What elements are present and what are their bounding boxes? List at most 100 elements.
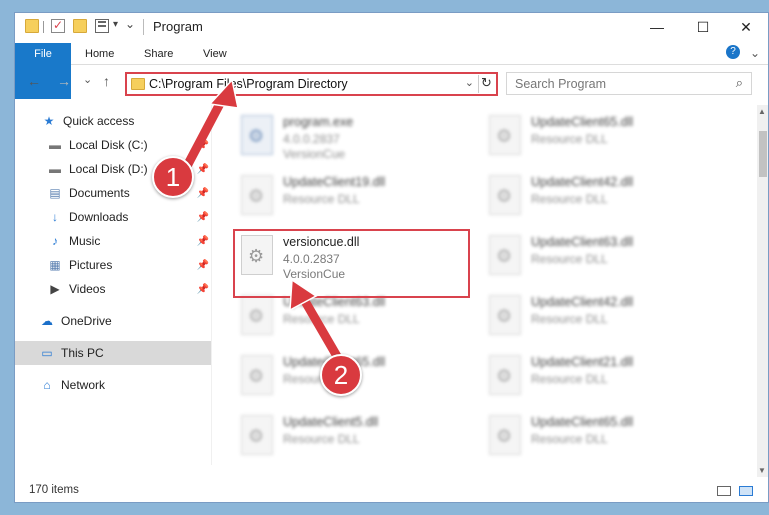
sidebar-item-quick-access[interactable]: ★ Quick access <box>15 109 211 133</box>
maximize-button[interactable]: ☐ <box>680 13 726 41</box>
documents-icon: ▤ <box>49 186 61 200</box>
file-name: UpdateClient5.dll <box>283 415 379 429</box>
videos-icon: ▶ <box>50 282 60 296</box>
sidebar-item-label: OneDrive <box>61 314 112 328</box>
file-description: Resource DLL <box>531 132 608 146</box>
scroll-up-icon[interactable]: ▲ <box>758 107 766 116</box>
pictures-icon: ▦ <box>49 258 61 272</box>
customize-icon[interactable] <box>95 19 109 33</box>
file-item[interactable]: ⚙ UpdateClient65.dll Resource DLL <box>481 109 721 165</box>
tab-share[interactable]: Share <box>144 43 173 65</box>
file-name: UpdateClient42.dll <box>531 175 634 189</box>
sidebar-item-this-pc[interactable]: ▭ This PC <box>15 341 211 365</box>
tab-home[interactable]: Home <box>85 43 114 65</box>
new-folder-icon[interactable] <box>73 19 87 33</box>
exe-file-icon: ⚙ <box>241 115 273 155</box>
pin-icon[interactable]: 📌 <box>197 164 209 175</box>
address-path[interactable]: C:\Program Files\Program Directory <box>149 77 348 91</box>
forward-button[interactable]: → <box>57 73 71 89</box>
details-view-icon[interactable] <box>717 486 731 496</box>
vertical-scrollbar[interactable]: ▲ ▼ <box>757 105 768 477</box>
dll-file-icon: ⚙ <box>489 415 521 455</box>
sidebar-item-network[interactable]: ⌂ Network <box>15 373 211 397</box>
file-description: Resource DLL <box>531 312 608 326</box>
sidebar-item-pictures[interactable]: ▦ Pictures 📌 <box>15 253 211 277</box>
minimize-button[interactable]: — <box>634 13 680 41</box>
address-dropdown-icon[interactable]: ⌄ <box>465 76 474 89</box>
search-input[interactable] <box>515 74 725 94</box>
item-count: 170 items <box>29 484 79 496</box>
properties-icon[interactable]: ✓ <box>51 18 65 33</box>
divider <box>43 21 44 33</box>
file-item[interactable]: ⚙ UpdateClient42.dll Resource DLL <box>481 169 721 225</box>
sidebar-item-label: Downloads <box>69 210 129 224</box>
file-item[interactable]: ⚙ UpdateClient42.dll Resource DLL <box>481 289 721 345</box>
tab-file[interactable]: File <box>15 43 71 99</box>
computer-icon: ▭ <box>41 346 53 360</box>
sidebar-item-downloads[interactable]: ↓ Downloads 📌 <box>15 205 211 229</box>
file-name: UpdateClient65.dll <box>531 415 634 429</box>
divider <box>211 105 212 465</box>
file-item[interactable]: ⚙ UpdateClient19.dll Resource DLL <box>233 169 473 225</box>
folder-icon <box>131 78 145 90</box>
address-bar[interactable]: C:\Program Files\Program Directory ⌄ ↻ <box>125 72 498 96</box>
file-description: VersionCue <box>283 147 346 161</box>
sidebar-item-music[interactable]: ♪ Music 📌 <box>15 229 211 253</box>
file-name: UpdateClient21.dll <box>531 355 634 369</box>
sidebar-item-label: Local Disk (C:) <box>69 138 148 152</box>
cloud-icon: ☁ <box>41 314 53 328</box>
folder-icon <box>25 19 39 33</box>
pin-icon[interactable]: 📌 <box>197 212 209 223</box>
file-name: UpdateClient65.dll <box>531 115 634 129</box>
up-button[interactable]: ↑ <box>103 73 110 89</box>
sidebar-item-label: Network <box>61 378 106 392</box>
file-item[interactable]: ⚙ program.exe 4.0.0.2837 VersionCue <box>233 109 473 165</box>
qat-dropdown-icon[interactable]: ⌄ <box>125 17 135 31</box>
pin-icon[interactable]: 📌 <box>197 260 209 271</box>
star-icon: ★ <box>43 114 55 128</box>
scroll-down-icon[interactable]: ▼ <box>758 466 766 475</box>
chevron-down-icon[interactable]: ▾ <box>113 19 118 30</box>
sidebar-item-onedrive[interactable]: ☁ OneDrive <box>15 309 211 333</box>
sidebar-item-label: This PC <box>61 346 104 360</box>
recent-locations-button[interactable]: ⌄ <box>83 73 92 86</box>
file-item[interactable]: ⚙ UpdateClient65.dll Resource DLL <box>481 409 721 465</box>
help-icon[interactable]: ? <box>726 45 740 59</box>
tab-view[interactable]: View <box>203 43 227 65</box>
file-name: UpdateClient19.dll <box>283 175 386 189</box>
file-name: program.exe <box>283 115 354 129</box>
drive-icon: ▬ <box>49 162 61 176</box>
pin-icon[interactable]: 📌 <box>197 236 209 247</box>
file-item[interactable]: ⚙ UpdateClient63.dll Resource DLL <box>481 229 721 285</box>
file-description: Resource DLL <box>531 252 608 266</box>
dll-file-icon: ⚙ <box>489 235 521 275</box>
file-item[interactable]: ⚙ UpdateClient5.dll Resource DLL <box>233 409 473 465</box>
pin-icon[interactable]: 📌 <box>197 284 209 295</box>
large-icons-view-icon[interactable] <box>739 486 753 496</box>
sidebar-item-local-disk-c[interactable]: ▬ Local Disk (C:) 📌 <box>15 133 211 157</box>
search-box[interactable]: ⌕ <box>506 72 752 95</box>
ribbon-tabs: File Home Share View ? ⌄ <box>15 43 768 99</box>
file-version: 4.0.0.2837 <box>283 132 340 146</box>
pin-icon[interactable]: 📌 <box>197 188 209 199</box>
window-title: Program <box>153 19 203 34</box>
search-icon[interactable]: ⌕ <box>736 75 743 91</box>
download-icon: ↓ <box>52 210 58 224</box>
sidebar-item-videos[interactable]: ▶ Videos 📌 <box>15 277 211 301</box>
sidebar-item-label: Videos <box>69 282 106 296</box>
title-bar: ✓ ▾ ⌄ Program — ☐ ✕ <box>15 13 768 41</box>
file-name: UpdateClient63.dll <box>531 235 634 249</box>
close-button[interactable]: ✕ <box>723 13 768 41</box>
dll-file-icon: ⚙ <box>489 355 521 395</box>
expand-ribbon-icon[interactable]: ⌄ <box>750 46 760 60</box>
scrollbar-thumb[interactable] <box>759 131 767 177</box>
dll-file-icon: ⚙ <box>241 355 273 395</box>
file-item[interactable]: ⚙ UpdateClient21.dll Resource DLL <box>481 349 721 405</box>
sidebar-item-label: Local Disk (D:) <box>69 162 148 176</box>
pin-icon[interactable]: 📌 <box>197 140 209 151</box>
file-name: UpdateClient42.dll <box>531 295 634 309</box>
file-highlight-box <box>233 229 470 298</box>
back-button[interactable]: ← <box>27 73 41 89</box>
sidebar-item-label: Pictures <box>69 258 113 272</box>
refresh-button[interactable]: ↻ <box>478 75 494 93</box>
